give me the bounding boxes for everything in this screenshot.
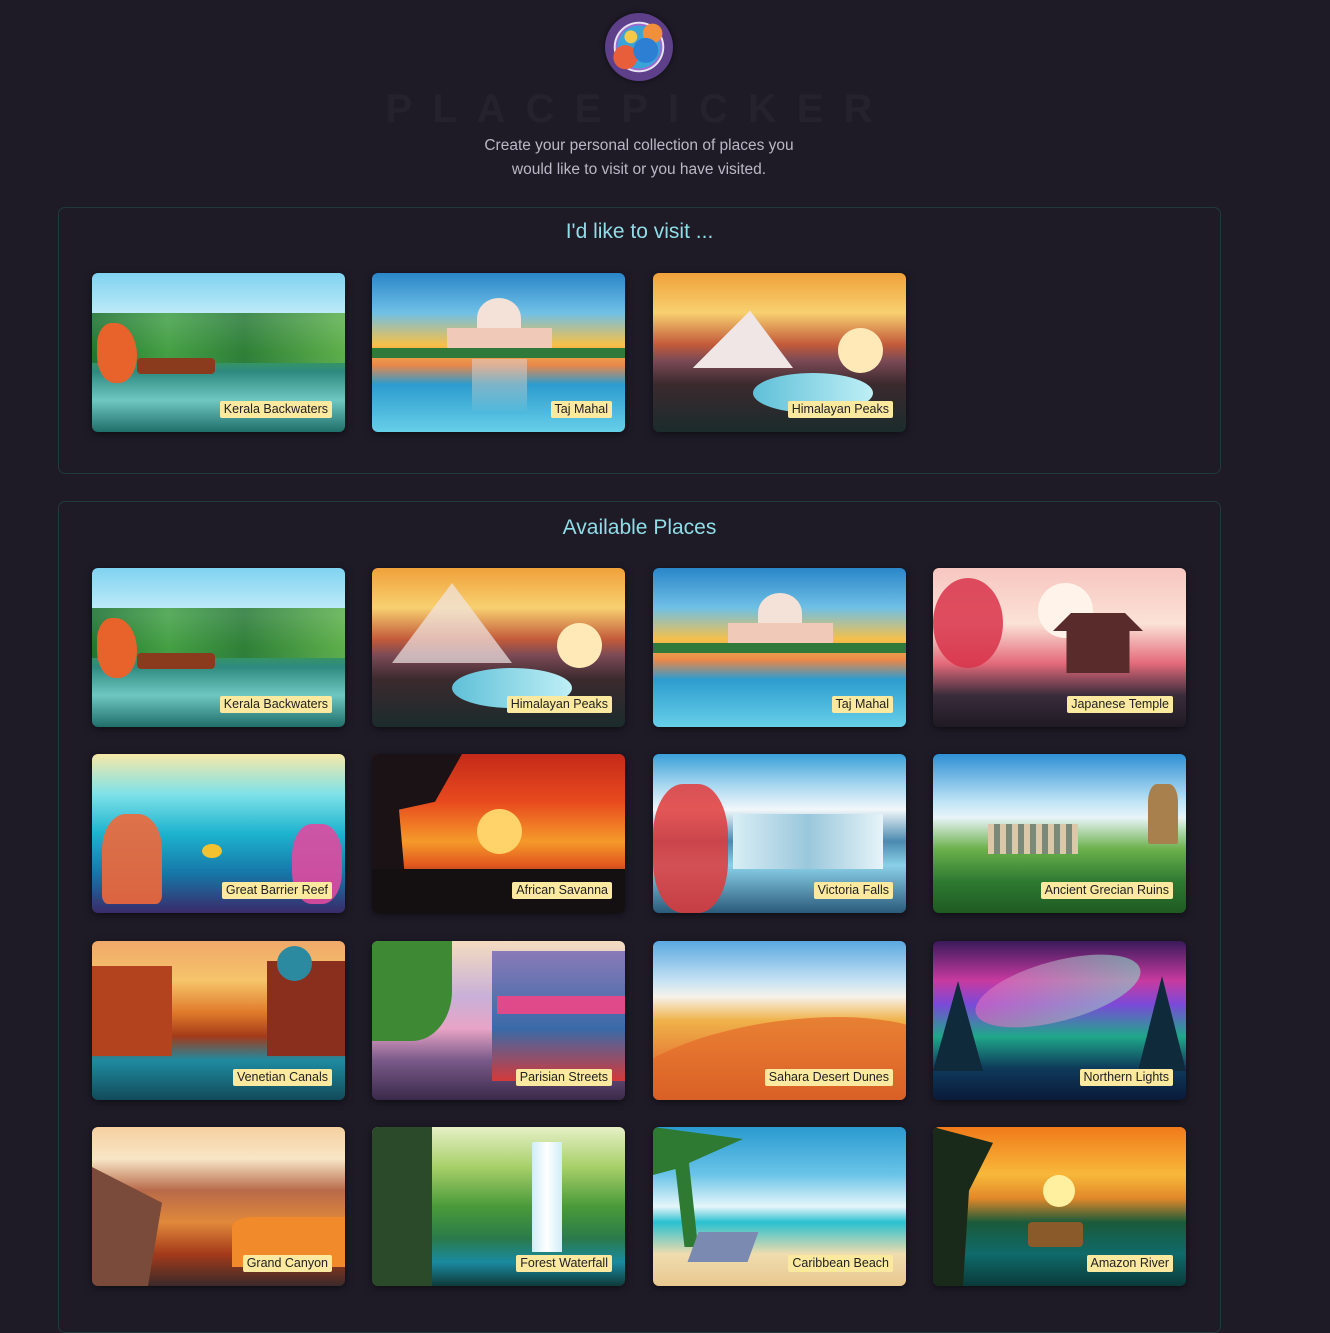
place-label: Taj Mahal [550, 401, 612, 418]
place-card-forest-waterfall[interactable]: Forest Waterfall [372, 1127, 625, 1286]
place-label: Victoria Falls [813, 882, 893, 899]
place-card-great-barrier-reef[interactable]: Great Barrier Reef [92, 754, 345, 913]
tagline-line-1: Create your personal collection of place… [484, 137, 794, 154]
place-card-amazon-river[interactable]: Amazon River [933, 1127, 1186, 1286]
brand-title: PLACEPICKER [385, 87, 893, 131]
place-label: Forest Waterfall [516, 1255, 612, 1272]
place-label: Amazon River [1086, 1255, 1173, 1272]
place-card-northern-lights[interactable]: Northern Lights [933, 941, 1186, 1100]
place-label: Parisian Streets [515, 1069, 612, 1086]
place-card-himalayan-peaks[interactable]: Himalayan Peaks [372, 568, 625, 727]
favorites-section: I'd like to visit ... Kerala Backwaters … [58, 207, 1221, 474]
place-label: Grand Canyon [242, 1255, 332, 1272]
tagline-line-2: would like to visit or you have visited. [511, 161, 767, 178]
place-card-taj-mahal[interactable]: Taj Mahal [372, 273, 625, 432]
place-label: Japanese Temple [1067, 696, 1173, 713]
available-places-section: Available Places Kerala Backwaters Himal… [58, 501, 1221, 1333]
place-card-sahara-desert-dunes[interactable]: Sahara Desert Dunes [653, 941, 906, 1100]
place-card-ancient-grecian-ruins[interactable]: Ancient Grecian Ruins [933, 754, 1186, 913]
place-label: African Savanna [512, 882, 612, 899]
available-places-title: Available Places [562, 516, 717, 539]
place-label: Ancient Grecian Ruins [1040, 882, 1173, 899]
place-card-caribbean-beach[interactable]: Caribbean Beach [653, 1127, 906, 1286]
place-card-kerala-backwaters[interactable]: Kerala Backwaters [92, 568, 345, 727]
place-label: Caribbean Beach [788, 1255, 893, 1272]
place-label: Himalayan Peaks [787, 401, 893, 418]
place-label: Kerala Backwaters [219, 401, 332, 418]
favorites-title: I'd like to visit ... [565, 220, 714, 243]
place-card-parisian-streets[interactable]: Parisian Streets [372, 941, 625, 1100]
place-card-venetian-canals[interactable]: Venetian Canals [92, 941, 345, 1100]
place-label: Great Barrier Reef [221, 882, 332, 899]
place-card-kerala-backwaters[interactable]: Kerala Backwaters [92, 273, 345, 432]
place-card-african-savanna[interactable]: African Savanna [372, 754, 625, 913]
place-label: Venetian Canals [232, 1069, 332, 1086]
place-label: Sahara Desert Dunes [764, 1069, 893, 1086]
globe-logo-icon [605, 13, 673, 81]
place-card-taj-mahal[interactable]: Taj Mahal [653, 568, 906, 727]
place-card-grand-canyon[interactable]: Grand Canyon [92, 1127, 345, 1286]
tagline: Create your personal collection of place… [0, 134, 1278, 182]
place-label: Kerala Backwaters [219, 696, 332, 713]
place-card-japanese-temple[interactable]: Japanese Temple [933, 568, 1186, 727]
place-card-victoria-falls[interactable]: Victoria Falls [653, 754, 906, 913]
place-label: Taj Mahal [831, 696, 893, 713]
place-label: Himalayan Peaks [506, 696, 612, 713]
place-card-himalayan-peaks[interactable]: Himalayan Peaks [653, 273, 906, 432]
place-label: Northern Lights [1079, 1069, 1173, 1086]
